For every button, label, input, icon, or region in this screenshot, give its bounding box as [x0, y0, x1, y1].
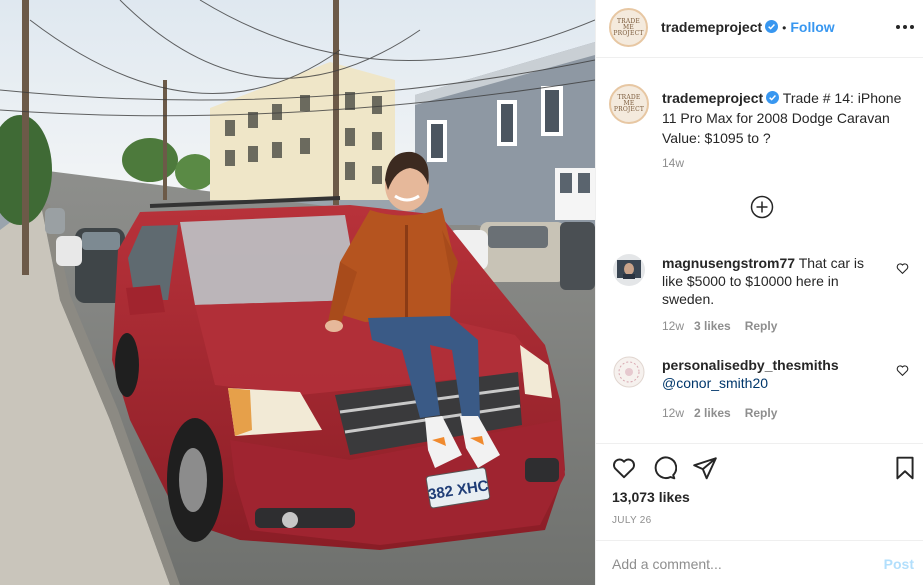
comment-username[interactable]: personalisedby_thesmiths	[662, 357, 839, 373]
caption-timestamp[interactable]: 14w	[662, 156, 684, 170]
verified-badge-icon	[766, 91, 780, 104]
caption-text-block: trademeproject Trade # 14: iPhone 11 Pro…	[662, 88, 910, 148]
comment-timestamp[interactable]: 12w	[662, 319, 684, 333]
share-icon[interactable]	[692, 455, 718, 481]
post-side-panel: TRADE ME PROJECT trademeproject • Follow T…	[595, 0, 923, 585]
post-image: 382 XHC	[0, 0, 595, 585]
avatar-logo-text: TRADE ME PROJECT	[613, 17, 644, 37]
comment-likes-count[interactable]: 3 likes	[694, 319, 731, 333]
comment-mention-link[interactable]: @conor_smith20	[662, 375, 768, 391]
likes-count[interactable]: 13,073 likes	[612, 489, 690, 505]
follow-button[interactable]: Follow	[790, 19, 834, 35]
comment-text-block: personalisedby_thesmiths @conor_smith20	[662, 356, 882, 392]
comment-timestamp[interactable]: 12w	[662, 406, 684, 420]
plus-circle-icon[interactable]	[750, 195, 774, 219]
more-options-icon[interactable]	[896, 20, 914, 34]
post-photo[interactable]: 382 XHC	[0, 0, 595, 585]
comment-like-heart-icon[interactable]	[896, 262, 909, 275]
post-header: TRADE ME PROJECT trademeproject • Follow	[596, 0, 923, 58]
post-date[interactable]: JULY 26	[612, 515, 652, 526]
comment-meta: 12w 3 likes Reply	[662, 319, 777, 333]
comment-input[interactable]	[612, 552, 862, 576]
comment-meta: 12w 2 likes Reply	[662, 406, 777, 420]
author-username[interactable]: trademeproject	[661, 19, 762, 35]
comment-likes-count[interactable]: 2 likes	[694, 406, 731, 420]
comment-text-block: magnusengstrom77 That car is like $5000 …	[662, 254, 882, 308]
reply-button[interactable]: Reply	[745, 319, 778, 333]
commenter-avatar[interactable]	[613, 356, 645, 388]
caption-avatar-logo-text: TRADE ME PROJECT	[613, 94, 645, 113]
comment-icon[interactable]	[651, 455, 677, 481]
heart-icon[interactable]	[611, 455, 637, 481]
action-bar-divider	[596, 443, 923, 444]
separator-dot: •	[782, 21, 787, 35]
author-avatar[interactable]: TRADE ME PROJECT	[609, 8, 648, 47]
bookmark-icon[interactable]	[892, 455, 918, 481]
commenter-avatar[interactable]	[613, 254, 645, 286]
verified-badge-icon	[765, 20, 779, 33]
post-comment-button[interactable]: Post	[884, 556, 914, 572]
reply-button[interactable]: Reply	[745, 406, 778, 420]
comment-like-heart-icon[interactable]	[896, 364, 909, 377]
comment-username[interactable]: magnusengstrom77	[662, 255, 795, 271]
caption-author-avatar[interactable]: TRADE ME PROJECT	[609, 84, 649, 124]
caption-author-username[interactable]: trademeproject	[662, 90, 763, 106]
add-comment-bar: Post	[596, 540, 923, 586]
